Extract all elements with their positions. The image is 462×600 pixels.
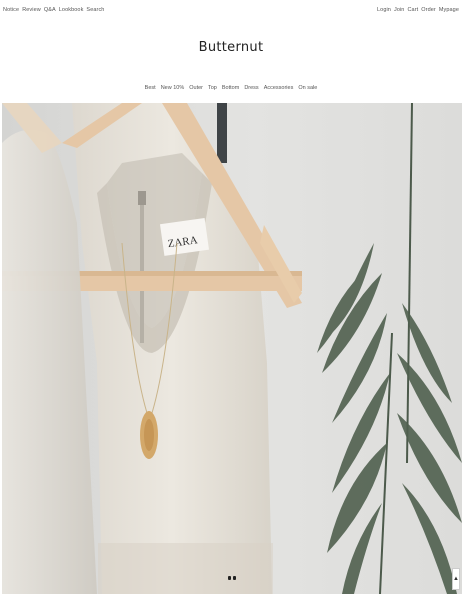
slider-dot-1[interactable] (228, 576, 231, 580)
lookbook-link[interactable]: Lookbook (59, 7, 84, 13)
join-link[interactable]: Join (394, 7, 405, 13)
slider-pagination (228, 576, 236, 580)
hero-banner-image[interactable]: ZARA (2, 103, 462, 594)
top-bar: Notice Review Q&A Lookbook Search Login … (0, 0, 462, 22)
category-nav: Best New 10% Outer Top Bottom Dress Acce… (0, 85, 462, 91)
cart-link[interactable]: Cart (407, 7, 418, 13)
qna-link[interactable]: Q&A (44, 7, 56, 13)
hero-photo: ZARA (2, 103, 462, 594)
category-outer[interactable]: Outer (189, 85, 203, 91)
scroll-to-top-button[interactable]: ▲ (452, 568, 460, 590)
category-top[interactable]: Top (208, 85, 217, 91)
mypage-link[interactable]: Mypage (439, 7, 459, 13)
top-right-nav: Login Join Cart Order Mypage (377, 7, 459, 13)
arrow-up-icon: ▲ (453, 576, 459, 582)
category-best[interactable]: Best (145, 85, 156, 91)
category-on-sale[interactable]: On sale (298, 85, 317, 91)
login-link[interactable]: Login (377, 7, 391, 13)
category-dress[interactable]: Dress (244, 85, 258, 91)
top-left-nav: Notice Review Q&A Lookbook Search (3, 7, 104, 13)
category-accessories[interactable]: Accessories (264, 85, 294, 91)
category-bottom[interactable]: Bottom (222, 85, 239, 91)
notice-link[interactable]: Notice (3, 7, 19, 13)
category-new[interactable]: New 10% (161, 85, 185, 91)
review-link[interactable]: Review (22, 7, 41, 13)
search-link[interactable]: Search (86, 7, 104, 13)
slider-dot-2[interactable] (233, 576, 236, 580)
brand-logo[interactable]: Butternut (0, 40, 462, 55)
order-link[interactable]: Order (421, 7, 436, 13)
